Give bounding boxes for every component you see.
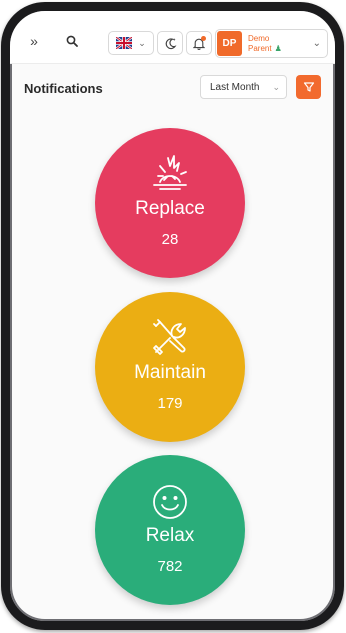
uk-flag-icon: [116, 37, 133, 49]
relax-count: 782: [157, 558, 183, 575]
theme-toggle-icon[interactable]: [157, 31, 183, 55]
chevron-down-icon: ⌄: [272, 81, 280, 92]
relax-card[interactable]: Relax 782: [95, 455, 245, 605]
maintain-card[interactable]: Maintain 179: [95, 292, 245, 442]
user-name-last: Parent: [248, 43, 272, 53]
avatar: DP: [217, 31, 242, 56]
user-name-first: Demo: [248, 33, 270, 43]
page-title: Notifications: [24, 81, 103, 96]
language-selector[interactable]: ⌄: [108, 31, 154, 55]
bell-icon[interactable]: [186, 31, 212, 55]
maintain-label: Maintain: [134, 362, 206, 383]
expand-icon[interactable]: »: [24, 33, 42, 49]
search-icon[interactable]: [63, 32, 81, 50]
tools-icon: [153, 319, 186, 355]
period-select[interactable]: Last Month ⌄: [200, 75, 287, 99]
period-value: Last Month: [210, 81, 260, 93]
replace-count: 28: [161, 231, 179, 248]
filter-button[interactable]: [296, 75, 321, 99]
replace-card[interactable]: Replace 28: [95, 128, 245, 278]
notification-dot: [201, 36, 206, 41]
chevron-down-icon: ⌄: [138, 37, 146, 48]
user-check-icon: ♟: [274, 43, 282, 53]
explosion-icon: [153, 155, 187, 190]
user-menu[interactable]: DP Demo Parent ♟ ⌄: [215, 29, 328, 58]
top-bar: » ⌄ DP Demo Parent ♟ ⌄: [10, 11, 335, 64]
phone-frame: » ⌄ DP Demo Parent ♟ ⌄ Notifications Las…: [1, 2, 344, 630]
filter-icon: [303, 82, 314, 92]
replace-label: Replace: [135, 198, 205, 219]
smiley-icon: [153, 485, 187, 519]
relax-label: Relax: [145, 525, 195, 546]
maintain-count: 179: [157, 395, 183, 412]
chevron-down-icon: ⌄: [312, 38, 321, 49]
user-name: Demo Parent ♟: [248, 34, 300, 54]
